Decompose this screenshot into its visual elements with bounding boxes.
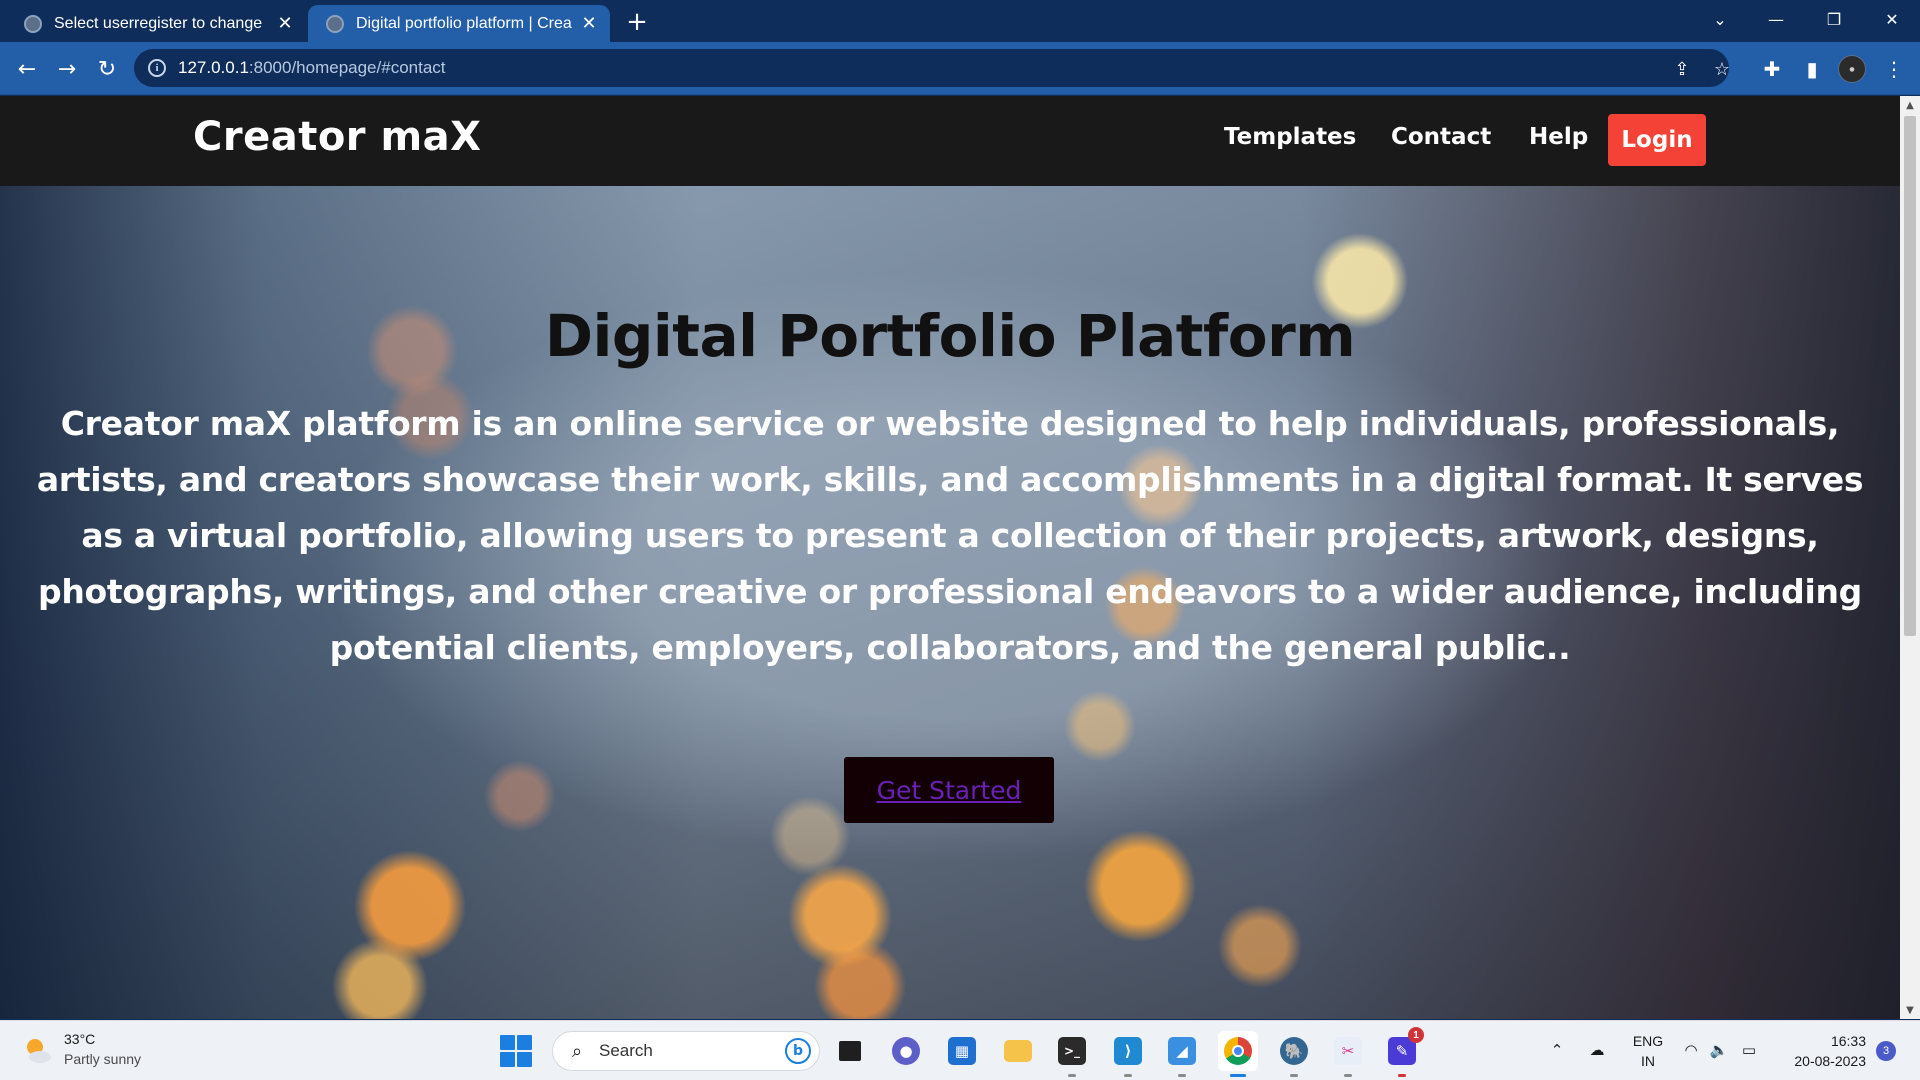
- side-panel-icon[interactable]: ▮: [1794, 51, 1830, 87]
- teams-chat-icon[interactable]: ●: [886, 1031, 926, 1071]
- browser-tab-portfolio[interactable]: Digital portfolio platform | Creato ✕: [308, 5, 610, 42]
- minimize-icon[interactable]: —: [1748, 0, 1804, 38]
- scroll-down-arrow-icon[interactable]: ▼: [1900, 1001, 1920, 1019]
- nav-contact[interactable]: Contact: [1391, 124, 1491, 150]
- hero-title: Digital Portfolio Platform: [544, 302, 1356, 370]
- weather-temperature[interactable]: 33°C: [64, 1031, 95, 1047]
- clock-time: 16:33: [1830, 1033, 1866, 1049]
- extensions-puzzle-icon[interactable]: ✚: [1754, 51, 1790, 87]
- vscode-icon[interactable]: ⟩: [1108, 1031, 1148, 1077]
- running-indicator: [1178, 1074, 1186, 1077]
- file-explorer-icon[interactable]: [998, 1031, 1038, 1071]
- page-scrollbar[interactable]: ▲ ▼: [1900, 96, 1920, 1019]
- forward-icon[interactable]: →: [49, 51, 85, 87]
- url-path: :8000/homepage/#contact: [248, 58, 446, 77]
- running-indicator: [1124, 1074, 1132, 1077]
- remote-desktop-icon[interactable]: ◢: [1162, 1031, 1202, 1077]
- close-icon[interactable]: ✕: [274, 13, 296, 35]
- page-viewport: Creator maX Templates Contact Help Login…: [0, 96, 1900, 1019]
- globe-icon: [24, 14, 42, 33]
- notification-center-badge[interactable]: 3: [1876, 1041, 1896, 1061]
- browser-toolbar: ← → ↻ i 127.0.0.1:8000/homepage/#contact…: [0, 42, 1920, 95]
- microsoft-store-icon[interactable]: ▦: [942, 1031, 982, 1071]
- chevron-up-icon[interactable]: ⌃: [1546, 1039, 1568, 1061]
- running-indicator: [1230, 1074, 1246, 1077]
- running-indicator: [1290, 1074, 1298, 1077]
- scroll-thumb[interactable]: [1904, 116, 1916, 636]
- hero-section: Digital Portfolio Platform Creator maX p…: [0, 186, 1900, 1019]
- running-indicator: [1344, 1074, 1352, 1077]
- get-started-button[interactable]: Get Started: [844, 757, 1054, 823]
- region-code: IN: [1641, 1053, 1655, 1069]
- language-code: ENG: [1632, 1033, 1664, 1049]
- nav-templates[interactable]: Templates: [1224, 124, 1356, 150]
- windows-start-icon[interactable]: [500, 1035, 532, 1067]
- volume-icon[interactable]: 🔈: [1708, 1039, 1730, 1061]
- brand-logo[interactable]: Creator maX: [193, 114, 481, 160]
- chrome-icon[interactable]: [1218, 1031, 1258, 1077]
- onedrive-cloud-icon[interactable]: ☁: [1586, 1039, 1608, 1061]
- close-icon[interactable]: ✕: [578, 13, 600, 35]
- language-indicator[interactable]: ENG IN: [1630, 1031, 1666, 1071]
- nav-help[interactable]: Help: [1529, 124, 1588, 150]
- window-close-icon[interactable]: ✕: [1864, 0, 1920, 38]
- system-clock[interactable]: 16:33 20-08-2023: [1776, 1031, 1866, 1071]
- browser-tab-strip: Select userregister to change | Dj ✕ Dig…: [0, 0, 1920, 42]
- site-header: Creator maX Templates Contact Help Login: [0, 96, 1900, 186]
- kebab-menu-icon[interactable]: ⋮: [1876, 51, 1912, 87]
- tab-search-icon[interactable]: ⌄: [1692, 0, 1748, 38]
- bookmark-star-icon[interactable]: ☆: [1712, 59, 1732, 80]
- battery-charging-icon[interactable]: ▭: [1738, 1039, 1760, 1061]
- site-info-icon[interactable]: i: [148, 59, 166, 77]
- bing-icon[interactable]: b: [785, 1038, 811, 1064]
- postgres-elephant-icon[interactable]: 🐘: [1274, 1031, 1314, 1077]
- running-indicator: [1068, 1074, 1076, 1077]
- wifi-icon[interactable]: ◠: [1680, 1039, 1702, 1061]
- task-view-icon[interactable]: [830, 1031, 870, 1071]
- running-indicator: [1398, 1074, 1406, 1077]
- globe-icon: [326, 14, 344, 33]
- tab-title: Digital portfolio platform | Creato: [356, 14, 572, 32]
- back-icon[interactable]: ←: [9, 51, 45, 87]
- profile-avatar[interactable]: ●: [1838, 55, 1866, 83]
- login-button[interactable]: Login: [1608, 114, 1706, 166]
- weather-description[interactable]: Partly sunny: [64, 1051, 141, 1067]
- partly-sunny-icon[interactable]: [22, 1035, 54, 1067]
- terminal-icon[interactable]: >_: [1052, 1031, 1092, 1077]
- reload-icon[interactable]: ↻: [89, 51, 125, 87]
- url-text[interactable]: 127.0.0.1:8000/homepage/#contact: [178, 58, 446, 78]
- paint-icon[interactable]: ✎ 1: [1382, 1027, 1424, 1077]
- scroll-up-arrow-icon[interactable]: ▲: [1900, 96, 1920, 114]
- new-tab-button[interactable]: +: [622, 8, 652, 38]
- browser-tab-admin[interactable]: Select userregister to change | Dj ✕: [6, 5, 306, 42]
- address-bar[interactable]: i 127.0.0.1:8000/homepage/#contact ⇪ ☆: [134, 49, 1732, 87]
- search-icon: ⌕: [571, 1040, 583, 1062]
- hero-description: Creator maX platform is an online servic…: [36, 404, 1864, 667]
- share-icon[interactable]: ⇪: [1672, 59, 1692, 80]
- notification-badge: 1: [1408, 1027, 1424, 1043]
- snipping-tool-icon[interactable]: ✂: [1328, 1031, 1368, 1077]
- windows-taskbar: 33°C Partly sunny ⌕ Search b ● ▦ >_ ⟩ ◢ …: [0, 1020, 1920, 1080]
- tab-title: Select userregister to change | Dj: [54, 14, 268, 32]
- clock-date: 20-08-2023: [1794, 1053, 1866, 1069]
- taskbar-search[interactable]: ⌕ Search b: [552, 1031, 820, 1071]
- restore-icon[interactable]: ❐: [1806, 0, 1862, 38]
- search-label: Search: [599, 1041, 653, 1060]
- url-host: 127.0.0.1: [178, 58, 249, 77]
